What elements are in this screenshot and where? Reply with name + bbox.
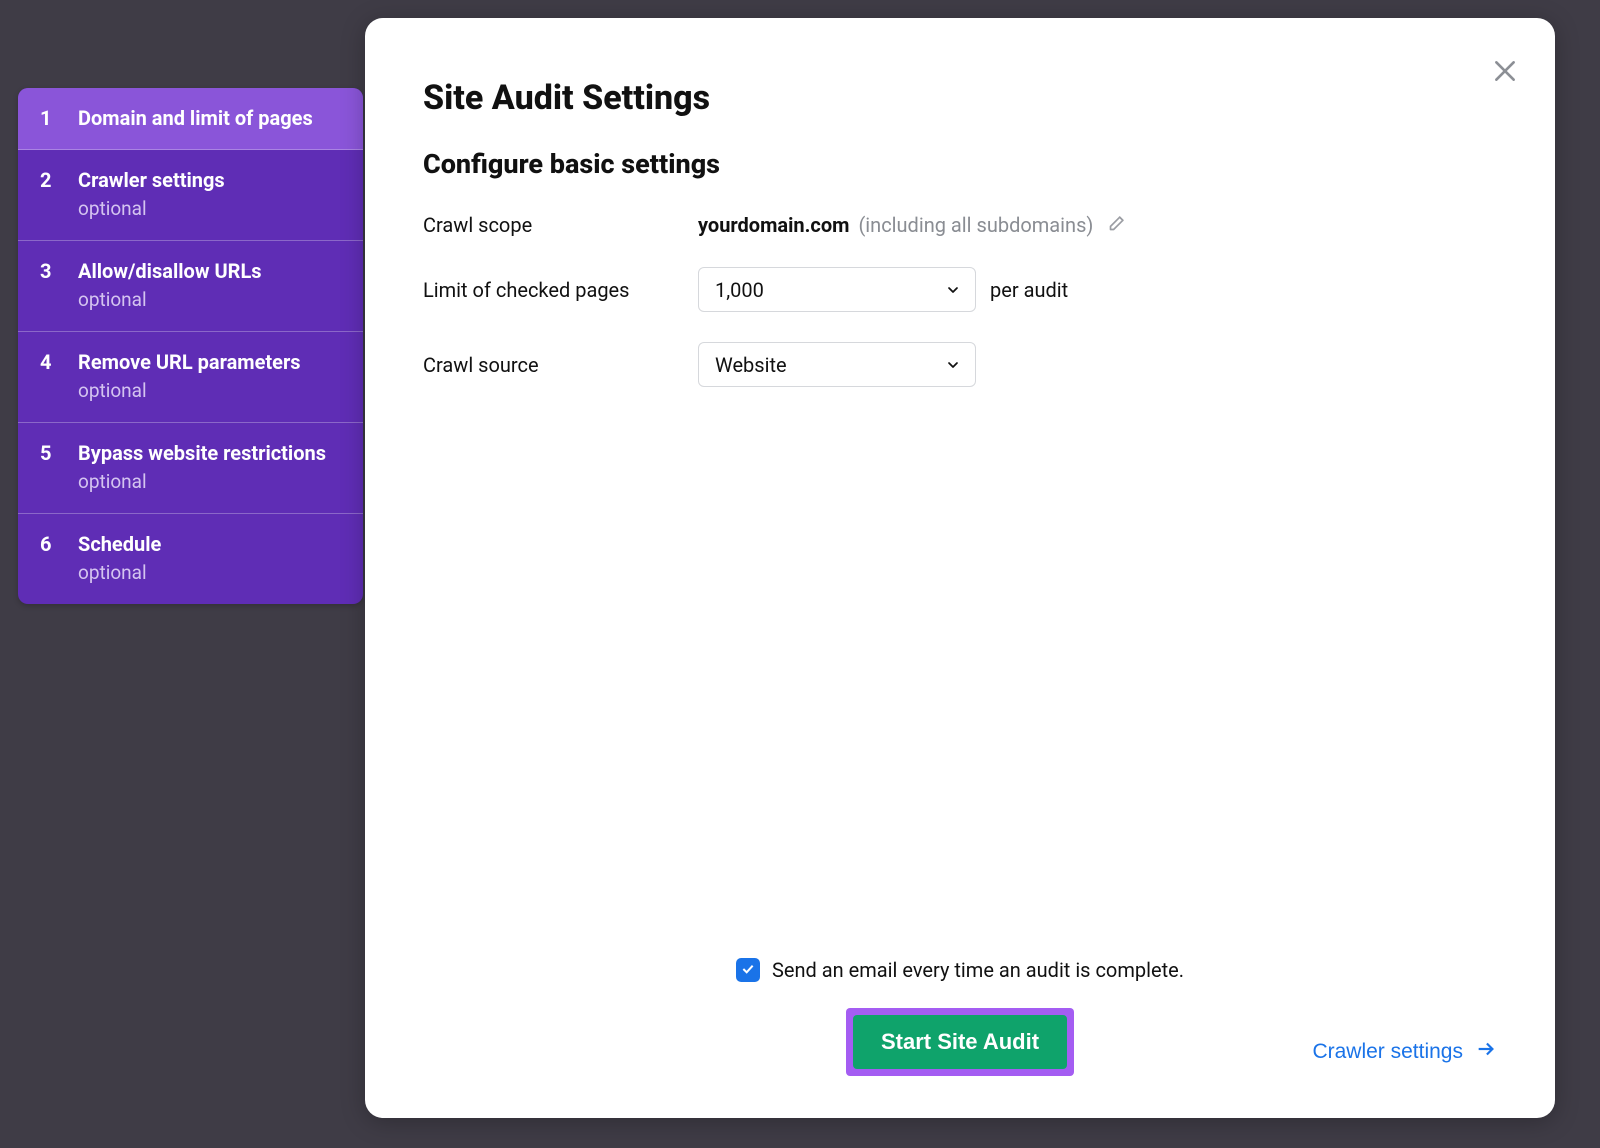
step-schedule[interactable]: 6 Schedule optional xyxy=(18,514,363,604)
limit-pages-value: 1,000 xyxy=(715,278,764,302)
step-remove-url-parameters[interactable]: 4 Remove URL parameters optional xyxy=(18,332,363,423)
crawl-scope-label: Crawl scope xyxy=(423,213,698,237)
crawl-scope-domain: yourdomain.com xyxy=(698,213,849,237)
limit-pages-unit: per audit xyxy=(990,278,1068,302)
check-icon xyxy=(740,958,756,982)
start-site-audit-button[interactable]: Start Site Audit xyxy=(853,1015,1067,1069)
step-number: 3 xyxy=(40,258,58,284)
step-label: Bypass website restrictions xyxy=(78,440,341,466)
crawl-source-label: Crawl source xyxy=(423,353,698,377)
crawl-scope-row: Crawl scope yourdomain.com (including al… xyxy=(423,212,1497,237)
email-notify-checkbox[interactable] xyxy=(736,958,760,982)
chevron-down-icon xyxy=(945,357,961,373)
step-number: 1 xyxy=(40,105,58,131)
email-notify-label: Send an email every time an audit is com… xyxy=(772,958,1184,982)
step-allow-disallow-urls[interactable]: 3 Allow/disallow URLs optional xyxy=(18,241,363,332)
next-link-label: Crawler settings xyxy=(1312,1040,1463,1064)
limit-pages-select[interactable]: 1,000 xyxy=(698,267,976,312)
edit-crawl-scope-button[interactable] xyxy=(1108,212,1128,235)
step-bypass-restrictions[interactable]: 5 Bypass website restrictions optional xyxy=(18,423,363,514)
start-audit-highlight: Start Site Audit xyxy=(846,1008,1074,1076)
settings-steps-sidebar: 1 Domain and limit of pages 2 Crawler se… xyxy=(18,88,363,604)
crawler-settings-next-link[interactable]: Crawler settings xyxy=(1312,1038,1497,1066)
step-optional: optional xyxy=(78,560,341,586)
crawl-source-select[interactable]: Website xyxy=(698,342,976,387)
step-label: Remove URL parameters xyxy=(78,349,341,375)
step-number: 4 xyxy=(40,349,58,375)
limit-pages-row: Limit of checked pages 1,000 per audit xyxy=(423,267,1497,312)
step-optional: optional xyxy=(78,469,341,495)
step-optional: optional xyxy=(78,287,341,313)
limit-pages-label: Limit of checked pages xyxy=(423,278,698,302)
step-label: Domain and limit of pages xyxy=(78,105,341,131)
email-notify-row: Send an email every time an audit is com… xyxy=(736,958,1184,982)
step-optional: optional xyxy=(78,196,341,222)
crawl-scope-note: (including all subdomains) xyxy=(858,213,1093,237)
step-label: Allow/disallow URLs xyxy=(78,258,341,284)
close-button[interactable] xyxy=(1487,54,1523,90)
step-optional: optional xyxy=(78,378,341,404)
close-icon xyxy=(1492,58,1518,87)
step-crawler-settings[interactable]: 2 Crawler settings optional xyxy=(18,150,363,241)
step-number: 2 xyxy=(40,167,58,193)
chevron-down-icon xyxy=(945,282,961,298)
step-label: Crawler settings xyxy=(78,167,341,193)
arrow-right-icon xyxy=(1475,1038,1497,1066)
page-title: Site Audit Settings xyxy=(423,78,1497,118)
step-number: 5 xyxy=(40,440,58,466)
site-audit-settings-panel: Site Audit Settings Configure basic sett… xyxy=(365,18,1555,1118)
section-title: Configure basic settings xyxy=(423,148,1497,180)
step-number: 6 xyxy=(40,531,58,557)
pencil-icon xyxy=(1108,212,1128,235)
step-label: Schedule xyxy=(78,531,341,557)
crawl-source-value: Website xyxy=(715,353,787,377)
crawl-source-row: Crawl source Website xyxy=(423,342,1497,387)
step-domain-and-limit[interactable]: 1 Domain and limit of pages xyxy=(18,88,363,150)
